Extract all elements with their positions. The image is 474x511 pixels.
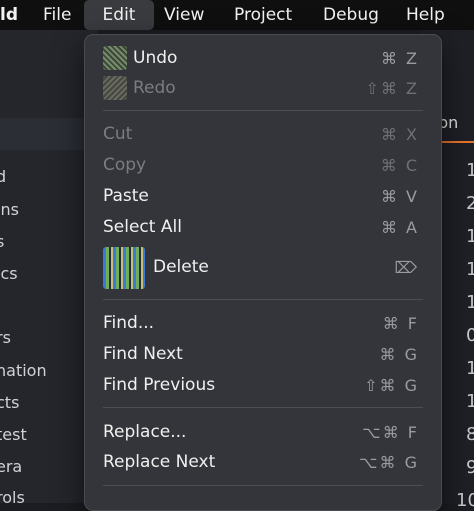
menu-help[interactable]: Help [406,0,445,30]
menu-item-delete[interactable]: Delete ⌦ [85,245,441,289]
line-number: 8 [466,424,474,445]
menu-item-label: Undo [133,48,178,68]
shortcut: ⌘ Z [380,48,419,68]
shortcut: ⌥⌘ F [362,422,419,442]
menu-item-label: Cut [103,124,133,144]
shortcut: ⌘ C [380,155,419,175]
menu-separator [103,299,423,300]
menu-edit[interactable]: Edit [84,0,154,30]
shortcut: ⌘ V [380,186,419,206]
menu-item-label: Select All [103,217,182,237]
line-number: 2 [466,193,474,214]
sidebar-item[interactable]: test [0,425,27,444]
menu-view[interactable]: View [164,0,204,30]
menu-bar: ld File Edit View Project Debug Help [0,0,474,30]
shortcut: ⌘ X [380,124,419,144]
editor-tab[interactable]: pn [438,113,474,143]
menu-debug[interactable]: Debug [323,0,379,30]
shortcut: ⌘ F [382,313,419,333]
menu-item-find-next[interactable]: Find Next ⌘ G [85,339,441,369]
menu-item-redo[interactable]: Redo ⇧⌘ Z [85,73,441,103]
menu-item-label: Replace Next [103,452,216,472]
sidebar-item[interactable]: ics [0,264,18,283]
line-number: 1 [466,160,474,181]
menu-file[interactable]: File [43,0,71,30]
menu-item-select-all[interactable]: Select All ⌘ A [85,212,441,242]
app-menu[interactable]: ld [0,0,18,30]
menu-item-label: Find... [103,313,155,333]
shortcut: ⌘ A [380,217,419,237]
line-number: 1 [466,358,474,379]
edit-menu-dropdown: Undo ⌘ Z Redo ⇧⌘ Z Cut ⌘ X Copy ⌘ C Past… [84,34,442,511]
menu-item-find[interactable]: Find... ⌘ F [85,308,441,338]
menu-item-label: Delete [153,257,209,277]
shortcut: ⌥⌘ G [359,452,419,472]
line-number: 1 [466,259,474,280]
sidebar-item[interactable]: cts [0,393,19,412]
line-number: 1 [466,226,474,247]
shortcut: ⌦ [394,257,419,277]
delete-icon [103,247,145,289]
line-number: 1 [466,292,474,313]
menu-separator [103,407,423,408]
menu-item-copy[interactable]: Copy ⌘ C [85,150,441,180]
sidebar-item[interactable]: d [0,167,6,186]
undo-icon [103,46,127,70]
sidebar-item[interactable]: s [0,232,4,251]
shortcut: ⇧⌘ Z [365,78,419,98]
menu-item-replace[interactable]: Replace... ⌥⌘ F [85,417,441,447]
menu-project[interactable]: Project [234,0,292,30]
menu-item-paste[interactable]: Paste ⌘ V [85,181,441,211]
menu-item-replace-next[interactable]: Replace Next ⌥⌘ G [85,447,441,477]
line-number: 1 [466,391,474,412]
menu-item-label: Replace... [103,422,187,442]
line-number: 0 [466,325,474,346]
sidebar-item[interactable]: rs [0,328,11,347]
sidebar-item[interactable]: ins [0,200,19,219]
sidebar-item[interactable]: era [0,457,22,476]
menu-item-label: Find Next [103,344,183,364]
sidebar-item[interactable]: rols [0,488,25,507]
menu-item-undo[interactable]: Undo ⌘ Z [85,43,441,73]
menu-separator [103,110,423,111]
menu-item-label: Find Previous [103,375,216,395]
menu-item-label: Copy [103,155,147,175]
line-number: 9 [466,457,474,478]
line-number: 10 [456,490,474,511]
shortcut: ⇧⌘ G [364,375,419,395]
shortcut: ⌘ G [379,344,419,364]
menu-item-label: Redo [133,78,176,98]
redo-icon [103,76,127,100]
menu-separator [103,485,423,486]
menu-item-cut[interactable]: Cut ⌘ X [85,119,441,149]
menu-item-label: Paste [103,186,149,206]
sidebar-item[interactable]: nation [0,361,47,380]
menu-item-find-previous[interactable]: Find Previous ⇧⌘ G [85,370,441,400]
